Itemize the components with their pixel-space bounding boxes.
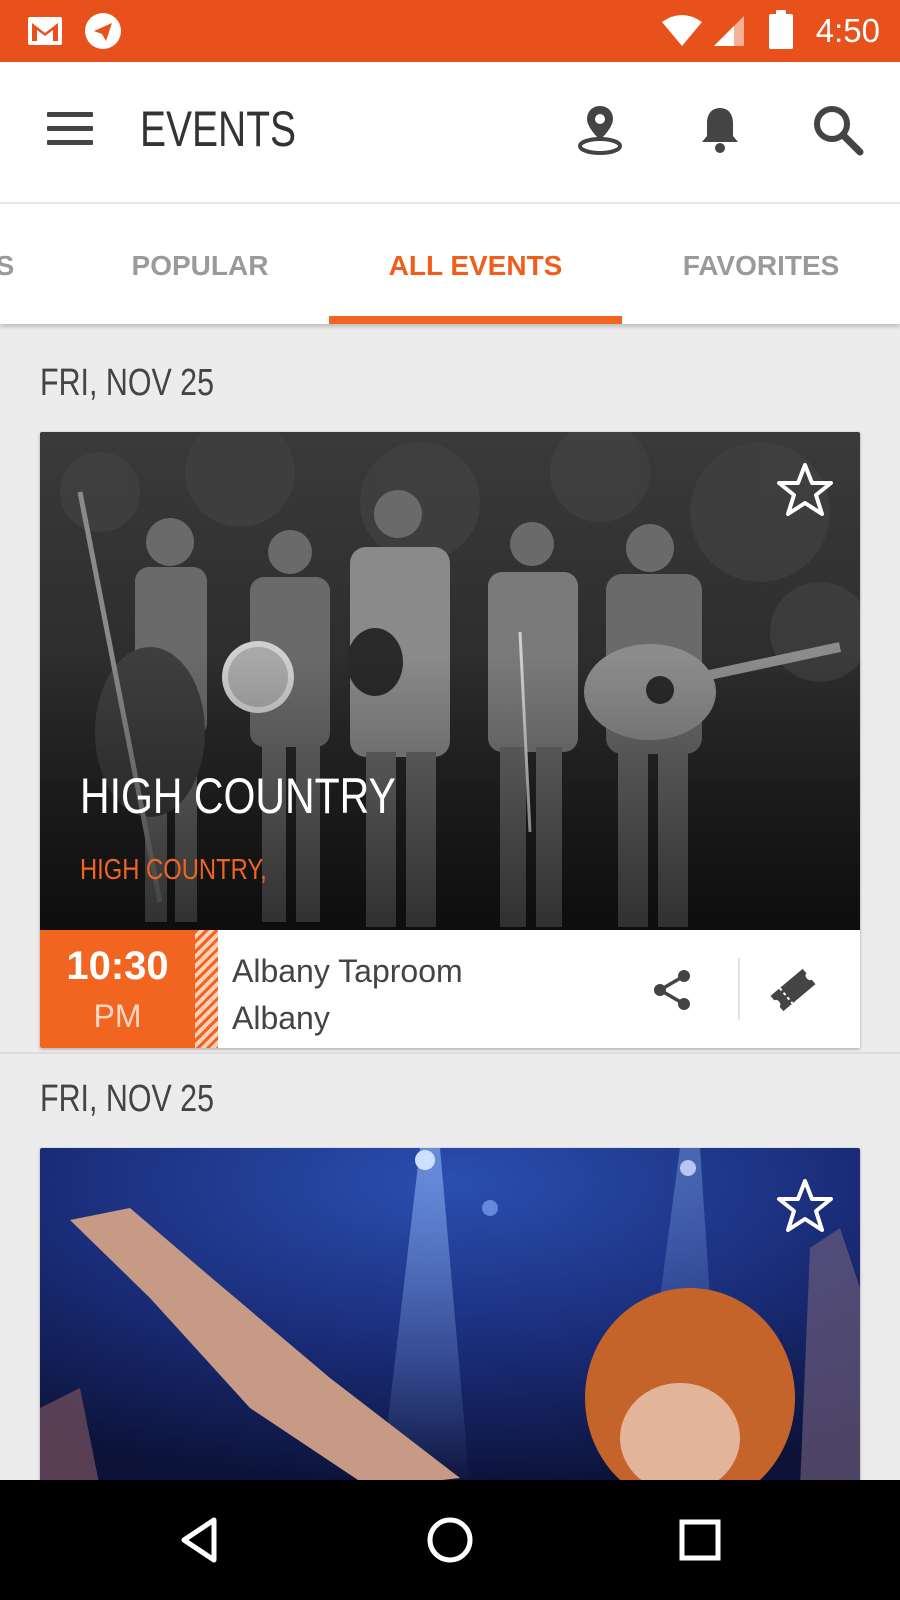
tab-popular[interactable]: POPULAR — [60, 204, 340, 324]
event-card[interactable]: HIGH COUNTRY HIGH COUNTRY, 10:30 PM Alba… — [40, 432, 860, 1048]
tab-favorites[interactable]: FAVORITES — [622, 204, 900, 324]
event-footer: 10:30 PM Albany Taproom Albany — [40, 930, 860, 1048]
footer-divider — [738, 958, 740, 1020]
date-header: FRI, NOV 25 — [40, 1078, 214, 1120]
section-divider — [0, 1052, 900, 1054]
event-venue: Albany Taproom — [232, 953, 463, 989]
tab-bar: S POPULAR ALL EVENTS FAVORITES — [0, 204, 900, 324]
tab-indicator — [329, 316, 622, 324]
hatch-stripe — [195, 930, 218, 1048]
gmail-icon — [28, 17, 62, 45]
event-title: HIGH COUNTRY — [80, 768, 396, 824]
event-subtitle: HIGH COUNTRY, — [80, 854, 267, 886]
battery-icon — [769, 10, 793, 49]
share-icon[interactable] — [650, 968, 694, 1012]
event-card[interactable] — [40, 1148, 860, 1488]
event-time: 10:30 — [66, 944, 169, 988]
bell-icon[interactable] — [692, 102, 748, 158]
location-icon[interactable] — [572, 102, 628, 158]
favorite-star-icon[interactable] — [774, 1176, 836, 1238]
status-time: 4:50 — [815, 12, 880, 49]
event-ampm: PM — [93, 998, 142, 1034]
date-header: FRI, NOV 25 — [40, 362, 214, 404]
system-nav-bar — [0, 1480, 900, 1600]
status-bar: 4:50 — [0, 0, 900, 62]
page-title: EVENTS — [140, 101, 297, 157]
tab-partial[interactable]: S — [0, 204, 20, 324]
ticket-icon[interactable] — [768, 966, 818, 1014]
back-icon[interactable] — [170, 1510, 230, 1570]
recents-icon[interactable] — [670, 1510, 730, 1570]
menu-icon[interactable] — [47, 112, 93, 148]
signal-icon — [714, 16, 744, 46]
telegram-icon — [85, 13, 121, 49]
event-photo — [40, 1148, 860, 1488]
home-icon[interactable] — [420, 1510, 480, 1570]
search-icon[interactable] — [810, 102, 866, 158]
event-time-box: 10:30 PM — [40, 930, 195, 1048]
wifi-icon — [662, 15, 702, 46]
app-bar: EVENTS — [0, 62, 900, 204]
favorite-star-icon[interactable] — [774, 460, 836, 522]
tab-all-events[interactable]: ALL EVENTS — [329, 204, 622, 324]
event-venue-block: Albany Taproom Albany — [232, 948, 463, 1042]
event-city: Albany — [232, 1000, 330, 1036]
